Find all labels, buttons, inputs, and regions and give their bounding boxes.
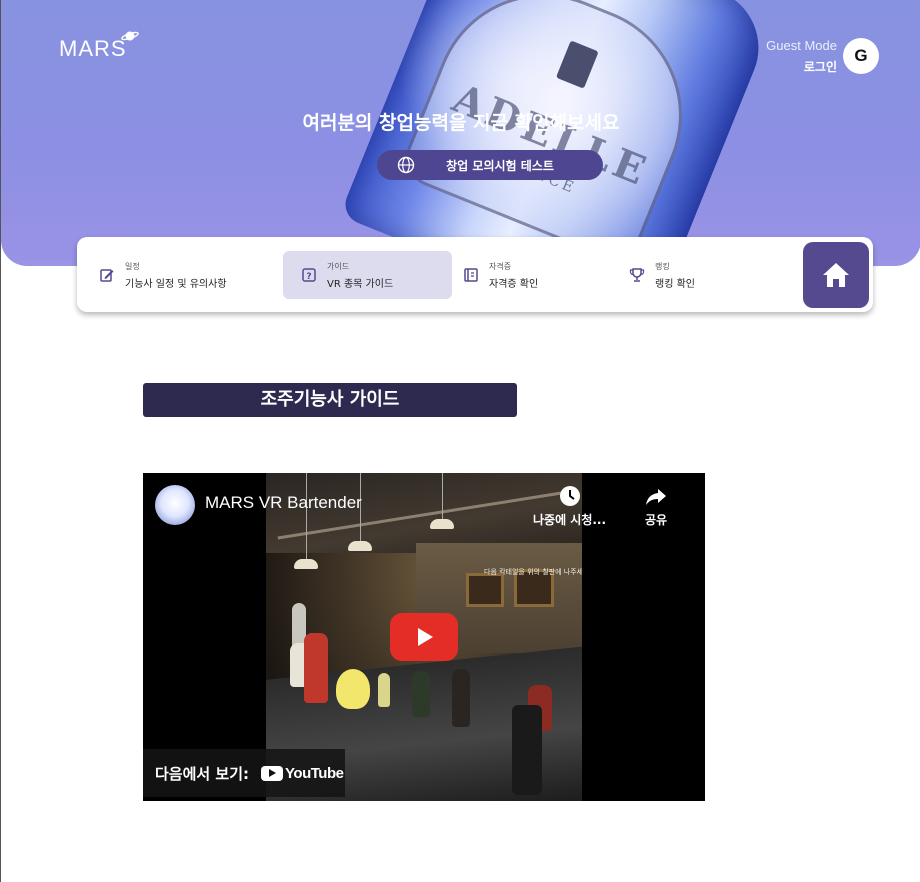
nav-title: VR 종목 가이드 xyxy=(327,278,394,290)
share-label: 공유 xyxy=(645,513,668,527)
share-icon xyxy=(646,489,667,505)
planet-icon xyxy=(121,31,139,41)
nav-title: 랭킹 확인 xyxy=(655,278,695,290)
watch-on-label: 다음에서 보기: xyxy=(155,764,250,783)
share-button[interactable]: 공유 xyxy=(645,485,667,528)
nav-item-ranking[interactable]: 랭킹 랭킹 확인 xyxy=(611,251,781,299)
category-nav: 일정 기능사 일정 및 유의사항 ? 가이드 VR 종목 가이드 자격증 자격증… xyxy=(77,237,873,312)
clock-icon xyxy=(559,486,580,506)
video-title[interactable]: MARS VR Bartender xyxy=(205,493,362,513)
play-button[interactable] xyxy=(390,613,458,661)
nav-title: 기능사 일정 및 유의사항 xyxy=(125,278,227,290)
watch-later-button[interactable]: 나중에 시청... xyxy=(533,485,606,528)
watch-later-label: 나중에 시청... xyxy=(533,513,607,527)
play-icon xyxy=(418,628,433,646)
trophy-icon xyxy=(629,268,645,282)
nav-item-schedule[interactable]: 일정 기능사 일정 및 유의사항 xyxy=(81,251,277,299)
logo[interactable]: MARS xyxy=(59,36,127,62)
nav-item-guide[interactable]: ? 가이드 VR 종목 가이드 xyxy=(283,251,452,299)
scene-overlay-text: 다음 칵테일을 위의 칠판에 나주세요 xyxy=(484,568,582,576)
certificate-icon xyxy=(464,268,478,282)
channel-avatar[interactable] xyxy=(155,485,195,525)
hero-headline: 여러분의 창업능력을 지금 확인해보세요 xyxy=(302,112,620,134)
globe-icon xyxy=(397,156,415,174)
login-link[interactable]: 로그인 xyxy=(766,58,837,75)
section-title: 조주기능사 가이드 xyxy=(143,383,517,417)
avatar[interactable]: G xyxy=(843,38,879,74)
help-icon: ? xyxy=(302,268,316,282)
home-button[interactable] xyxy=(803,242,869,308)
nav-item-certificate[interactable]: 자격증 자격증 확인 xyxy=(445,251,615,299)
nav-title: 자격증 확인 xyxy=(489,278,539,290)
youtube-logo: YouTube xyxy=(261,764,344,782)
nav-category: 자격증 xyxy=(489,261,512,271)
nav-category: 랭킹 xyxy=(655,261,670,271)
home-icon xyxy=(823,263,849,287)
nav-category: 일정 xyxy=(125,261,140,271)
mock-test-button[interactable]: 창업 모의시험 테스트 xyxy=(377,150,603,180)
svg-text:?: ? xyxy=(306,272,311,282)
user-status: Guest Mode 로그인 xyxy=(766,38,837,75)
edit-icon xyxy=(100,269,114,282)
youtube-embed[interactable]: 다음 칵테일을 위의 칠판에 나주세요 MARS VR Bartender 나중… xyxy=(143,473,705,801)
watch-on-youtube[interactable]: 다음에서 보기: YouTube xyxy=(143,749,345,797)
nav-category: 가이드 xyxy=(327,261,350,271)
youtube-wordmark: YouTube xyxy=(285,764,344,782)
hero-banner: ADELLE FRANCE MARS Guest Mode 로그인 G 여러분의… xyxy=(1,0,920,266)
guest-mode-label: Guest Mode xyxy=(766,38,837,53)
